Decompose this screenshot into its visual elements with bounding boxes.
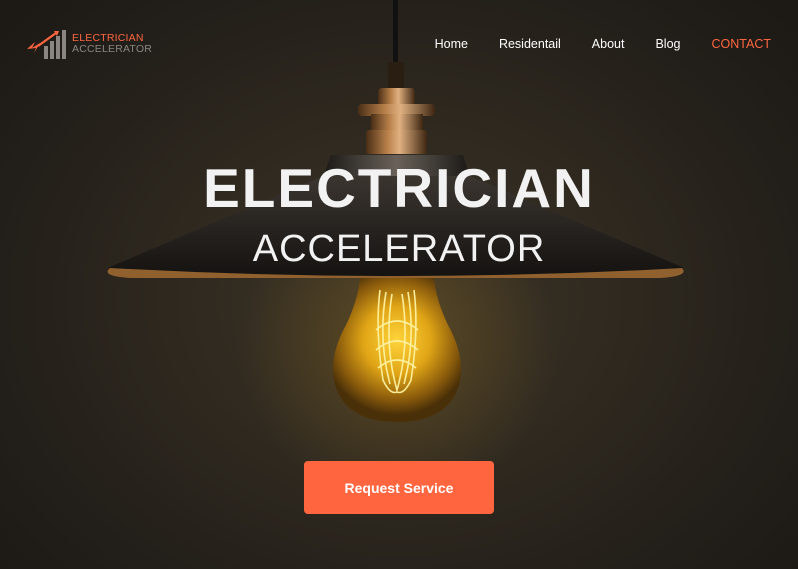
nav-home-link[interactable]: Home — [435, 36, 468, 52]
hero-title-block: ELECTRICIAN ACCELERATOR — [0, 157, 798, 271]
nav-blog-link[interactable]: Blog — [655, 36, 680, 52]
lightning-bar-graph-icon — [27, 30, 66, 59]
nav-residential-link[interactable]: Residentail — [499, 36, 561, 52]
main-nav: Home Residentail About Blog CONTACT — [404, 36, 771, 52]
request-service-button[interactable]: Request Service — [304, 461, 494, 514]
hero-subtitle: ACCELERATOR — [252, 228, 546, 270]
nav-contact-link[interactable]: CONTACT — [712, 36, 772, 52]
nav-about-link[interactable]: About — [592, 36, 625, 52]
brand-name-line2: ACCELERATOR — [72, 43, 152, 55]
brand-logo[interactable]: ELECTRICIAN ACCELERATOR — [26, 29, 152, 59]
hero-section: ELECTRICIAN ACCELERATOR Home Residentail… — [0, 0, 798, 569]
hero-title: ELECTRICIAN — [203, 157, 595, 219]
